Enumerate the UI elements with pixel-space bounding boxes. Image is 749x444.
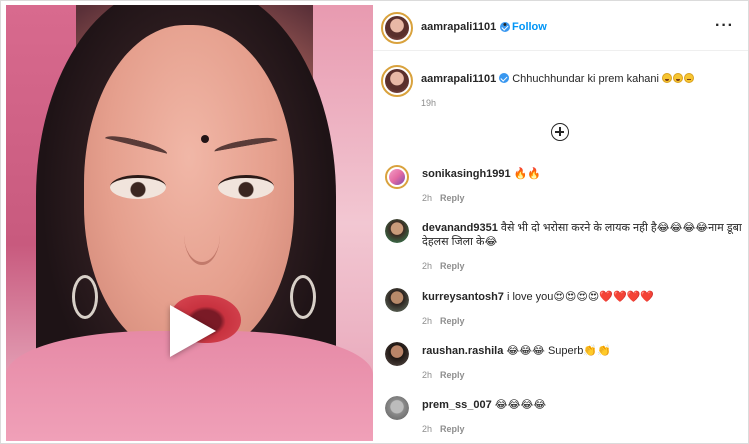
comment-time: 2h	[422, 193, 433, 203]
avatar[interactable]	[385, 165, 409, 189]
comment-meta: 2h Reply	[422, 261, 465, 271]
comment-body: raushan.rashila 😂😂😂 Superb👏👏	[422, 344, 742, 358]
post-author-username[interactable]: aamrapali1101	[421, 21, 496, 33]
video-frame-eye	[110, 175, 166, 199]
avatar[interactable]	[381, 12, 413, 44]
comment-username[interactable]: devanand9351	[422, 222, 498, 234]
video-frame-bindi	[201, 135, 209, 143]
comment-time: 2h	[422, 370, 433, 380]
sad-icon	[684, 73, 695, 83]
comment-username[interactable]: sonikasingh1991	[422, 168, 511, 180]
reply-button[interactable]: Reply	[440, 193, 465, 203]
comment-text: i love you😍😍😍😍❤️❤️❤️❤️	[506, 291, 655, 303]
laugh-icon	[662, 73, 673, 83]
comment-time: 2h	[422, 316, 433, 326]
comment-meta: 2h Reply	[422, 370, 465, 380]
comment-text: 😂😂😂😂	[494, 399, 547, 411]
load-more-comments-icon[interactable]	[551, 123, 569, 141]
video-frame-earring	[290, 275, 316, 319]
caption-line: aamrapali1101 Chhuchhundar ki prem kahani	[421, 73, 695, 85]
reply-button[interactable]: Reply	[440, 424, 465, 434]
verified-badge-icon	[499, 73, 510, 83]
reply-button[interactable]: Reply	[440, 261, 465, 271]
post-video[interactable]	[6, 5, 373, 441]
avatar[interactable]	[385, 219, 409, 243]
follow-button[interactable]: Follow	[512, 21, 547, 33]
play-icon[interactable]	[170, 305, 216, 357]
post-header: aamrapali1101 • Follow ···	[373, 5, 748, 51]
comment-meta: 2h Reply	[422, 424, 465, 434]
comment-meta: 2h Reply	[422, 316, 465, 326]
comment-text: 🔥🔥	[513, 168, 542, 180]
comment-username[interactable]: raushan.rashila	[422, 345, 503, 357]
comment-time: 2h	[422, 261, 433, 271]
video-frame-earring	[72, 275, 98, 319]
video-frame-nose	[184, 205, 220, 265]
avatar[interactable]	[385, 342, 409, 366]
laugh-icon	[673, 73, 684, 83]
reply-button[interactable]: Reply	[440, 316, 465, 326]
avatar[interactable]	[381, 65, 413, 97]
reply-button[interactable]: Reply	[440, 370, 465, 380]
comment-body: sonikasingh1991 🔥🔥	[422, 167, 742, 181]
more-options-icon[interactable]: ···	[715, 17, 734, 35]
caption-text: Chhuchhundar ki prem kahani	[512, 73, 659, 85]
post-sidebar: aamrapali1101 • Follow ··· aamrapali1101…	[373, 5, 748, 441]
comment-meta: 2h Reply	[422, 193, 465, 203]
comment-body: prem_ss_007 😂😂😂😂	[422, 398, 742, 412]
caption-username[interactable]: aamrapali1101	[421, 73, 496, 85]
comment-time: 2h	[422, 424, 433, 434]
post-modal: aamrapali1101 • Follow ··· aamrapali1101…	[0, 0, 749, 444]
comment-body: devanand9351 वैसे भी दो भरोसा करने के लाय…	[422, 221, 742, 249]
comment-text: 😂😂😂 Superb👏👏	[506, 345, 611, 357]
avatar[interactable]	[385, 288, 409, 312]
separator-dot: •	[503, 19, 507, 31]
comment-username[interactable]: prem_ss_007	[422, 399, 492, 411]
comment-body: kurreysantosh7 i love you😍😍😍😍❤️❤️❤️❤️	[422, 290, 742, 304]
caption-timestamp: 19h	[421, 98, 437, 108]
video-frame-eye	[218, 175, 274, 199]
comment-username[interactable]: kurreysantosh7	[422, 291, 504, 303]
avatar[interactable]	[385, 396, 409, 420]
